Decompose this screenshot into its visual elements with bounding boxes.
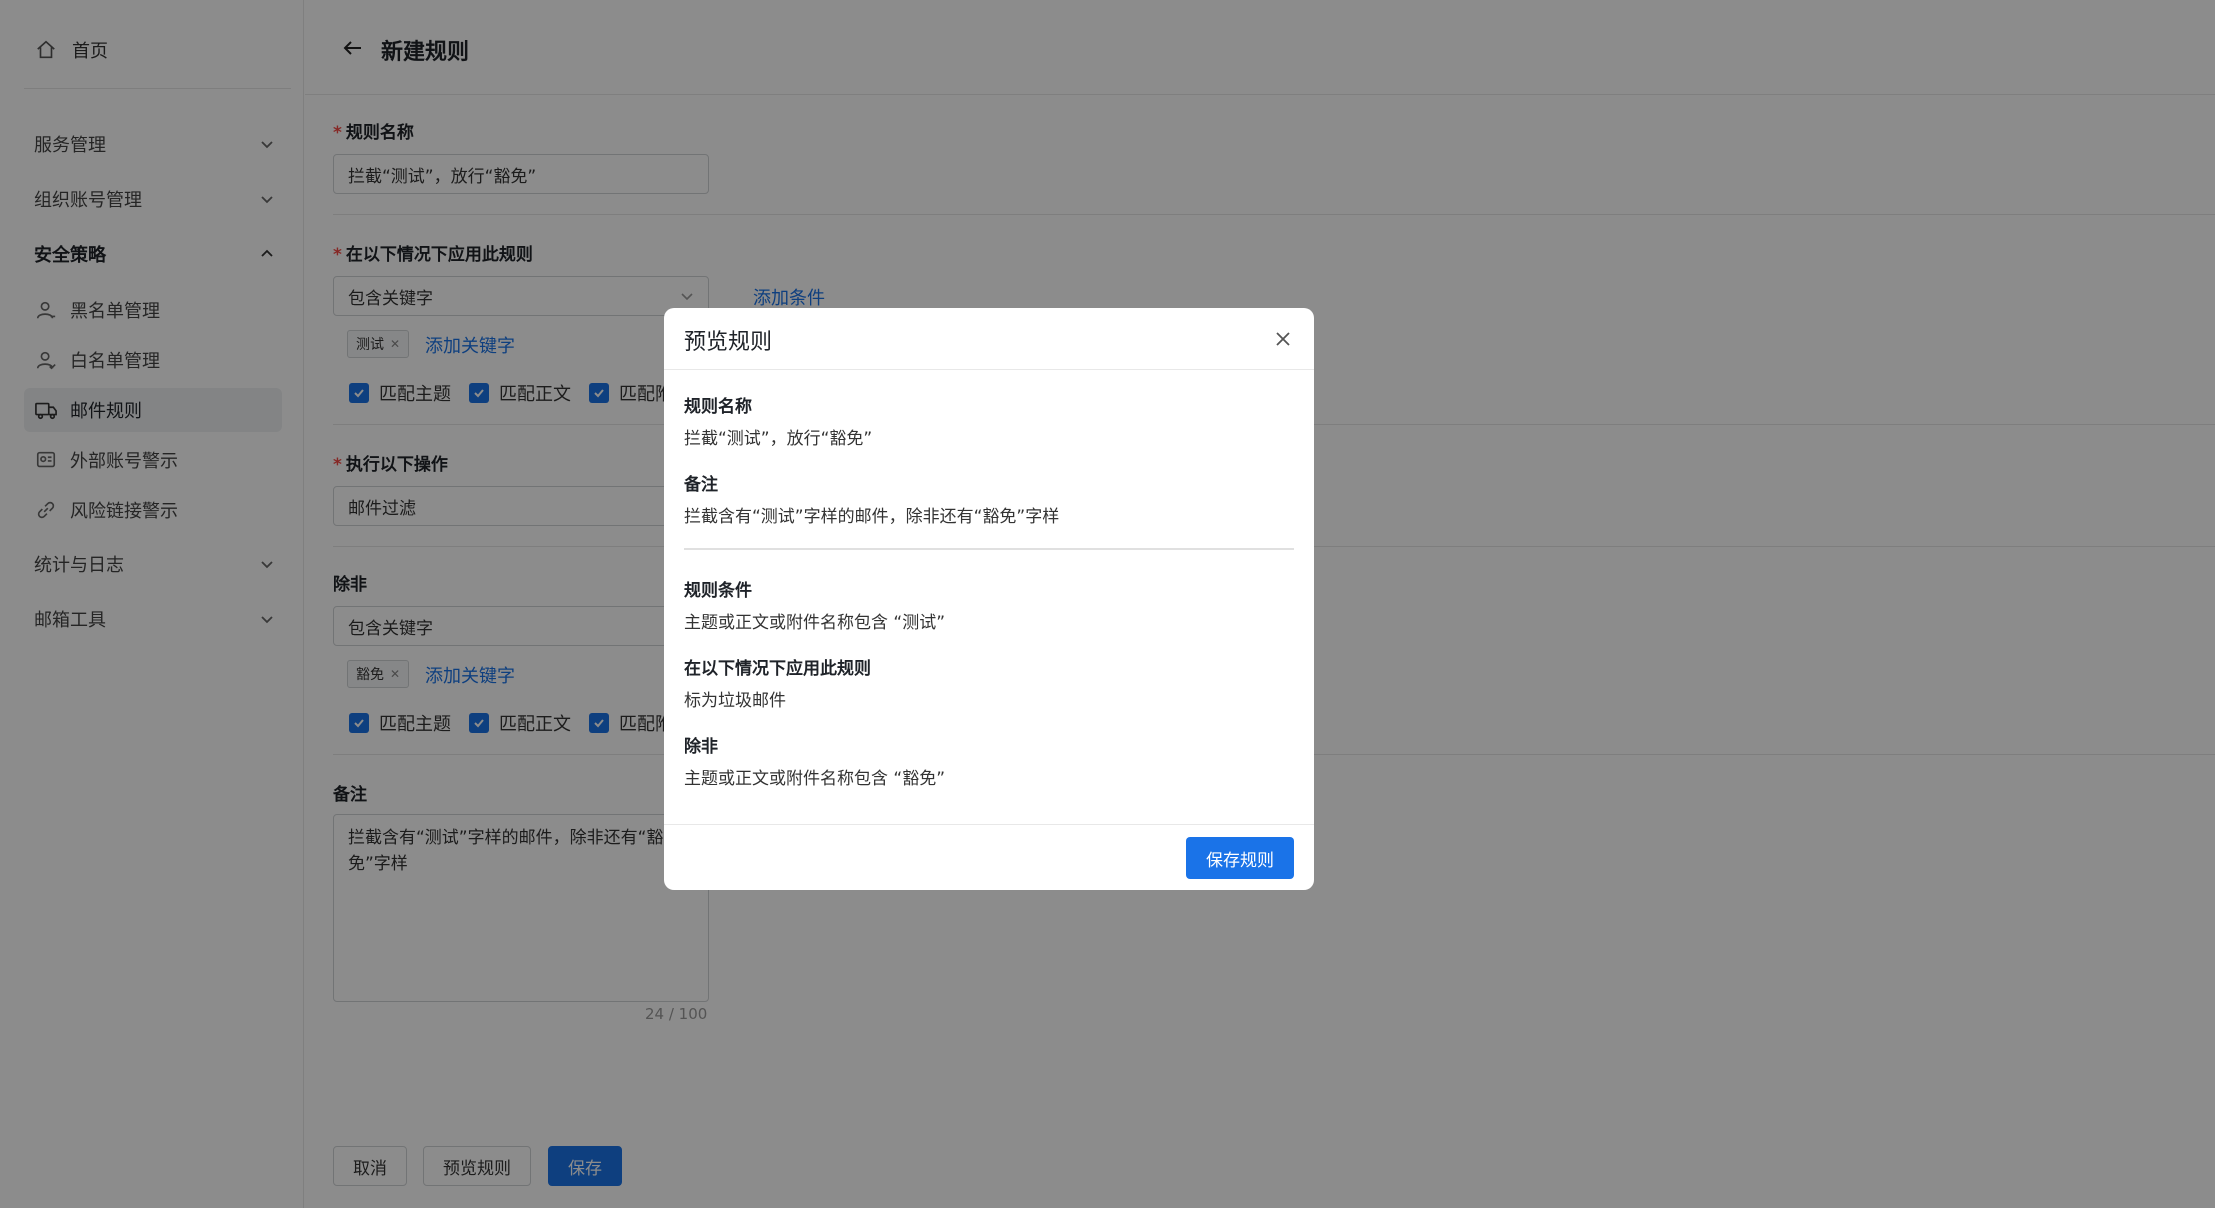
close-icon[interactable] — [1272, 328, 1294, 350]
modal-condition-label: 规则条件 — [684, 581, 752, 601]
modal-remark-value: 拦截含有“测试”字样的邮件，除非还有“豁免”字样 — [684, 507, 1060, 527]
modal-title: 预览规则 — [684, 330, 773, 355]
modal-apply-value: 标为垃圾邮件 — [684, 691, 786, 711]
preview-rule-modal: 预览规则 规则名称 拦截“测试”，放行“豁免” 备注 拦截含有“测试”字样的邮件… — [664, 308, 1314, 890]
modal-footer: 保存规则 — [664, 824, 1314, 890]
modal-rule-name-label: 规则名称 — [684, 397, 752, 417]
modal-divider — [684, 548, 1294, 550]
modal-rule-name-value: 拦截“测试”，放行“豁免” — [684, 429, 873, 449]
modal-except-value: 主题或正文或附件名称包含 “豁免” — [684, 769, 946, 789]
modal-apply-label: 在以下情况下应用此规则 — [684, 659, 871, 679]
modal-condition-value: 主题或正文或附件名称包含 “测试” — [684, 613, 946, 633]
modal-header: 预览规则 — [664, 308, 1314, 370]
modal-except-label: 除非 — [684, 737, 718, 757]
save-rule-button[interactable]: 保存规则 — [1186, 837, 1294, 879]
modal-remark-label: 备注 — [684, 475, 718, 495]
